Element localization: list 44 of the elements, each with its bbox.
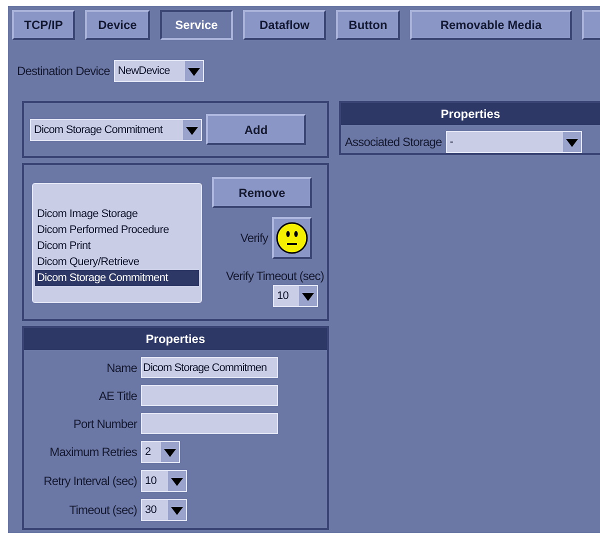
caret-icon — [562, 132, 581, 152]
dropdown[interactable]: 10 — [273, 285, 318, 307]
caret-icon — [168, 500, 186, 520]
field-label: Name — [106, 360, 137, 374]
panel-header: Properties — [24, 328, 327, 350]
tab[interactable]: TCP/IP — [12, 10, 75, 40]
tab[interactable]: Service — [160, 10, 233, 40]
neutral-face-icon — [276, 222, 308, 254]
verify-timeout-label: Verify Timeout (sec) — [226, 269, 324, 283]
add-button[interactable]: Add — [206, 114, 306, 145]
caret-icon — [299, 286, 317, 306]
field-label: Retry Interval (sec) — [42, 474, 137, 488]
dropdown[interactable]: Dicom Storage Commitment — [30, 118, 202, 140]
tab[interactable]: Device — [85, 10, 150, 40]
list-item[interactable]: Dicom Storage Commitment — [35, 270, 199, 286]
list-item[interactable]: Dicom Performed Procedure — [35, 222, 199, 238]
input-field[interactable]: Dicom Storage Commitmen — [141, 357, 278, 378]
verify-button[interactable] — [272, 217, 312, 259]
tab[interactable]: Button — [336, 10, 400, 40]
caret-icon — [184, 61, 203, 81]
field-label: AE Title — [98, 388, 137, 402]
remove-button[interactable]: Remove — [212, 177, 312, 208]
list-item[interactable]: Dicom Image Storage — [35, 206, 199, 222]
list-item[interactable]: Dicom Query/Retrieve — [35, 254, 199, 270]
field-label: Timeout (sec) — [68, 503, 137, 517]
field-label: Maximum Retries — [48, 445, 137, 459]
input-field[interactable] — [141, 385, 278, 406]
field-label: Associated Storage — [344, 135, 442, 149]
destination-label: Destination Device — [17, 64, 110, 78]
dropdown[interactable]: 10 — [141, 470, 187, 492]
tab[interactable]: Removable Media — [410, 10, 572, 40]
caret-icon — [183, 120, 201, 140]
input-field[interactable] — [141, 413, 278, 434]
caret-icon — [161, 442, 179, 462]
verify-label: Verify — [240, 231, 268, 245]
dropdown[interactable]: - — [446, 131, 582, 153]
caret-icon — [168, 471, 186, 491]
dropdown[interactable]: 30 — [141, 499, 187, 521]
list-item[interactable]: Dicom Print — [35, 238, 199, 254]
tab[interactable]: Dataflow — [243, 10, 326, 40]
dropdown[interactable]: NewDevice — [114, 60, 204, 82]
field-label: Port Number — [72, 416, 137, 430]
dropdown[interactable]: 2 — [141, 441, 180, 463]
panel-header: Properties — [340, 103, 600, 125]
